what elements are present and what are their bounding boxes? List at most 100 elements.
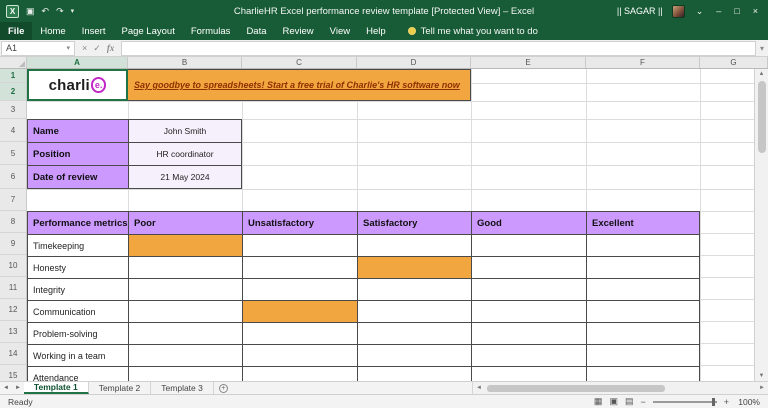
tab-formulas[interactable]: Formulas (183, 22, 239, 40)
rating-cell[interactable] (243, 367, 358, 381)
row-header[interactable]: 4 (0, 119, 26, 142)
tab-data[interactable]: Data (238, 22, 274, 40)
tab-help[interactable]: Help (358, 22, 394, 40)
rating-cell[interactable] (129, 301, 243, 322)
rating-cell[interactable] (587, 367, 699, 381)
promo-banner-cell[interactable]: Say goodbye to spreadsheets! Start a fre… (128, 69, 471, 101)
scroll-down-icon[interactable]: ▼ (759, 371, 765, 381)
column-header-f[interactable]: F (586, 57, 700, 68)
horizontal-scroll-thumb[interactable] (486, 384, 665, 392)
rating-cell[interactable] (358, 257, 472, 278)
tab-page-layout[interactable]: Page Layout (113, 22, 182, 40)
formula-input[interactable] (121, 40, 756, 56)
column-header-e[interactable]: E (471, 57, 586, 68)
ribbon-options-icon[interactable]: ⌄ (694, 6, 706, 17)
scroll-right-icon[interactable]: ► (756, 385, 768, 391)
zoom-slider-thumb[interactable] (711, 397, 715, 406)
metric-label-cell[interactable]: Communication (28, 301, 129, 322)
zoom-slider[interactable] (652, 397, 717, 406)
scroll-up-icon[interactable]: ▲ (759, 69, 765, 79)
rating-cell[interactable] (358, 279, 472, 300)
name-box[interactable]: A1 ▾ (1, 40, 75, 56)
column-header-d[interactable]: D (357, 57, 471, 68)
rating-cell[interactable] (129, 279, 243, 300)
page-layout-view-icon[interactable]: ▣ (609, 397, 618, 406)
rating-cell[interactable] (129, 323, 243, 344)
name-label-cell[interactable]: Name (28, 120, 129, 142)
undo-icon[interactable]: ↶ (42, 6, 50, 17)
metric-label-cell[interactable]: Attendance (28, 367, 129, 381)
insert-function-icon[interactable]: fx (107, 43, 115, 53)
tab-home[interactable]: Home (32, 22, 73, 40)
column-header-g[interactable]: G (700, 57, 768, 68)
sheet-nav-right-icon[interactable]: ► (12, 382, 24, 394)
header-performance-metrics[interactable]: Performance metrics (28, 212, 129, 234)
column-header-a[interactable]: A (27, 57, 128, 68)
metric-label-cell[interactable]: Problem-solving (28, 323, 129, 344)
zoom-out-icon[interactable]: − (640, 397, 645, 407)
horizontal-scrollbar[interactable]: ◄ ► (472, 382, 768, 394)
rating-cell[interactable] (587, 301, 699, 322)
column-header-b[interactable]: B (128, 57, 242, 68)
column-header-c[interactable]: C (242, 57, 357, 68)
tab-view[interactable]: View (322, 22, 358, 40)
page-break-view-icon[interactable]: ▤ (625, 397, 634, 406)
rating-cell[interactable] (243, 235, 358, 256)
tab-file[interactable]: File (0, 22, 33, 40)
rating-cell[interactable] (472, 257, 587, 278)
new-sheet-button[interactable]: + (214, 382, 233, 394)
rating-cell[interactable] (358, 235, 472, 256)
rating-cell[interactable] (358, 345, 472, 366)
maximize-icon[interactable]: □ (732, 6, 741, 16)
rating-cell[interactable] (587, 257, 699, 278)
redo-icon[interactable]: ↷ (56, 6, 64, 17)
rating-cell[interactable] (472, 279, 587, 300)
row-header[interactable]: 15 (0, 365, 26, 381)
rating-cell[interactable] (472, 345, 587, 366)
sheet-nav-left-icon[interactable]: ◄ (0, 382, 12, 394)
cancel-icon[interactable]: × (82, 43, 87, 53)
rating-cell[interactable] (129, 345, 243, 366)
header-excellent[interactable]: Excellent (587, 212, 699, 234)
sheet-tab-template-1[interactable]: Template 1 (23, 382, 89, 394)
row-header[interactable]: 13 (0, 321, 26, 343)
rating-cell[interactable] (472, 367, 587, 381)
position-value-cell[interactable]: HR coordinator (129, 143, 241, 165)
zoom-level[interactable]: 100% (736, 397, 760, 407)
tell-me-box[interactable]: Tell me what you want to do (407, 22, 538, 40)
qat-more-icon[interactable]: ▾ (71, 7, 75, 15)
date-value-cell[interactable]: 21 May 2024 (129, 166, 241, 188)
rating-cell[interactable] (472, 323, 587, 344)
rating-cell[interactable] (129, 257, 243, 278)
date-label-cell[interactable]: Date of review (28, 166, 129, 188)
rating-cell[interactable] (358, 367, 472, 381)
rating-cell[interactable] (129, 367, 243, 381)
zoom-in-icon[interactable]: + (724, 397, 729, 407)
grid-canvas[interactable]: charli e. Say goodbye to spreadsheets! S… (27, 69, 754, 381)
rating-cell[interactable] (243, 279, 358, 300)
save-icon[interactable]: ▣ (26, 6, 35, 17)
rating-cell[interactable] (243, 323, 358, 344)
formula-bar-expand-icon[interactable]: ▾ (756, 44, 768, 53)
charlie-logo-cell[interactable]: charli e. (27, 69, 128, 101)
metric-label-cell[interactable]: Working in a team (28, 345, 129, 366)
row-header[interactable]: 12 (0, 299, 26, 321)
sheet-tab-template-2[interactable]: Template 2 (89, 382, 152, 394)
sheet-tab-template-3[interactable]: Template 3 (151, 382, 214, 394)
metric-label-cell[interactable]: Honesty (28, 257, 129, 278)
name-box-chevron-icon[interactable]: ▾ (66, 44, 70, 52)
metric-label-cell[interactable]: Integrity (28, 279, 129, 300)
normal-view-icon[interactable]: ▦ (594, 397, 603, 406)
rating-cell[interactable] (587, 323, 699, 344)
row-header[interactable]: 8 (0, 211, 26, 233)
row-header[interactable]: 14 (0, 343, 26, 365)
row-header[interactable]: 9 (0, 233, 26, 255)
row-header[interactable]: 11 (0, 277, 26, 299)
position-label-cell[interactable]: Position (28, 143, 129, 165)
row-header[interactable]: 7 (0, 189, 26, 211)
row-header[interactable]: 3 (0, 101, 26, 119)
row-header[interactable]: 10 (0, 255, 26, 277)
close-icon[interactable]: × (751, 6, 760, 16)
user-avatar[interactable] (671, 4, 685, 18)
rating-cell[interactable] (243, 301, 358, 322)
